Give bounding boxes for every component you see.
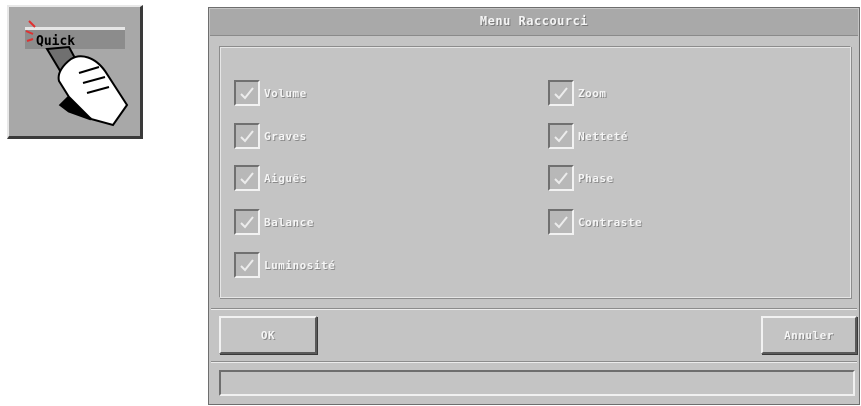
option-label: Luminosité [264,258,336,272]
checkbox-phase[interactable] [548,165,574,191]
quick-button[interactable]: Quick [7,5,143,139]
checkmark-icon [240,216,254,229]
options-group: Volume Graves Aiguës Balance Luminosité … [219,46,851,298]
shortcut-menu-dialog: Menu Raccourci Volume Graves Aiguës Bala… [208,7,860,405]
checkbox-aigues[interactable] [234,165,260,191]
option-zoom[interactable]: Zoom [548,79,607,107]
checkmark-icon [554,216,568,229]
checkmark-icon [240,259,254,272]
checkbox-balance[interactable] [234,209,260,235]
checkmark-icon [554,87,568,100]
status-bar [219,370,855,396]
checkmark-icon [554,130,568,143]
option-label: Contraste [578,215,643,229]
option-contraste[interactable]: Contraste [548,208,642,236]
checkbox-contraste[interactable] [548,209,574,235]
option-label: Zoom [578,86,607,100]
ok-button[interactable]: OK [219,316,317,354]
checkbox-volume[interactable] [234,80,260,106]
option-label: Netteté [578,129,628,143]
checkbox-graves[interactable] [234,123,260,149]
checkbox-luminosite[interactable] [234,252,260,278]
option-aigues[interactable]: Aiguës [234,164,307,192]
option-label: Graves [264,129,307,143]
option-label: Aiguës [264,171,307,185]
checkmark-icon [240,130,254,143]
divider [211,308,857,310]
option-balance[interactable]: Balance [234,208,314,236]
option-volume[interactable]: Volume [234,79,307,107]
dialog-title: Menu Raccourci [210,9,858,36]
checkbox-zoom[interactable] [548,80,574,106]
option-nettete[interactable]: Netteté [548,122,628,150]
option-graves[interactable]: Graves [234,122,307,150]
divider [211,361,857,363]
option-label: Balance [264,215,314,229]
option-label: Volume [264,86,307,100]
checkbox-nettete[interactable] [548,123,574,149]
cancel-button[interactable]: Annuler [761,316,857,354]
checkmark-icon [240,87,254,100]
checkmark-icon [554,172,568,185]
option-phase[interactable]: Phase [548,164,614,192]
quick-label: Quick [36,34,76,49]
option-luminosite[interactable]: Luminosité [234,251,335,279]
remote-hand-icon [25,20,129,127]
option-label: Phase [578,171,614,185]
checkmark-icon [240,172,254,185]
